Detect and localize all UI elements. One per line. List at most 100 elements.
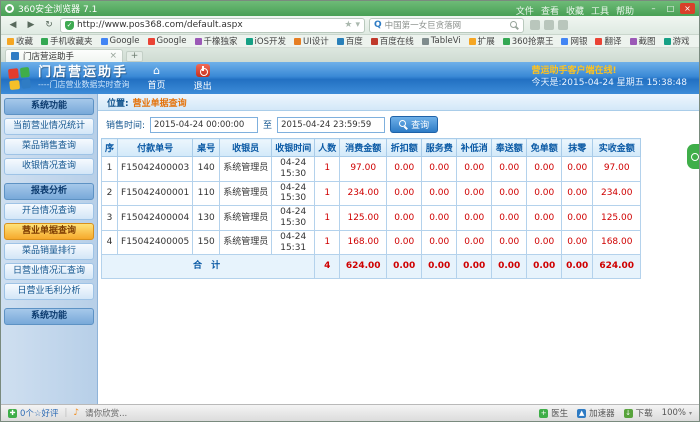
table-cell: 2 bbox=[102, 181, 118, 206]
sidebar-item[interactable]: 营业单据查询 bbox=[4, 223, 94, 240]
bookmark-icon bbox=[630, 38, 637, 45]
bookmark-item[interactable]: UI设计 bbox=[294, 35, 329, 47]
bookmark-item[interactable]: 翻译 bbox=[595, 35, 621, 47]
sidebar-item[interactable]: 菜品销售查询 bbox=[4, 138, 94, 155]
sidebar-section-header[interactable]: 系统功能 bbox=[4, 308, 94, 325]
table-cell: 0.00 bbox=[457, 230, 492, 255]
bookmark-icon bbox=[337, 38, 344, 45]
search-magnifier-icon[interactable] bbox=[510, 21, 519, 30]
url-box: ✓ ★ ▾ bbox=[60, 18, 365, 33]
search-input[interactable] bbox=[385, 20, 507, 30]
table-cell: 110 bbox=[193, 181, 220, 206]
app-header: 门店营运助手 ----门店营业数据实时查询 ⌂ 首页 退出 营运助手客户端在线!… bbox=[1, 62, 699, 94]
breadcrumb-value: 营业单据查询 bbox=[133, 96, 187, 109]
filter-label: 销售时间: bbox=[106, 118, 145, 131]
bookmark-item[interactable]: Google bbox=[148, 35, 187, 47]
total-cell: 0.00 bbox=[457, 255, 492, 279]
close-button[interactable]: × bbox=[680, 3, 695, 14]
exit-button[interactable]: 退出 bbox=[194, 64, 212, 92]
tab-bar: 门店营运助手 × + bbox=[1, 48, 699, 62]
status-tool-zoom[interactable]: 100%▾ bbox=[662, 408, 692, 418]
zoom-caret-icon[interactable]: ▾ bbox=[689, 410, 692, 417]
query-button[interactable]: 查询 bbox=[390, 116, 438, 133]
bookmark-item[interactable]: 截图 bbox=[630, 35, 656, 47]
table-cell: 97.00 bbox=[593, 157, 641, 182]
sidebar-item[interactable]: 日营业情况汇查询 bbox=[4, 263, 94, 280]
minimize-button[interactable]: – bbox=[646, 3, 661, 14]
url-input[interactable] bbox=[77, 20, 341, 30]
refresh-button[interactable]: ↻ bbox=[42, 19, 56, 32]
date-from-input[interactable] bbox=[150, 117, 258, 133]
sidebar-item[interactable]: 开台情况查询 bbox=[4, 203, 94, 220]
column-header: 服务费 bbox=[422, 139, 457, 157]
sidebar-section-header[interactable]: 系统功能 bbox=[4, 98, 94, 115]
total-cell: 624.00 bbox=[593, 255, 641, 279]
bookmark-icon bbox=[664, 38, 671, 45]
table-row[interactable]: 2F15042400001110系统管理员04-2415:301234.000.… bbox=[102, 181, 641, 206]
column-header: 付款单号 bbox=[118, 139, 193, 157]
table-cell: 0.00 bbox=[562, 230, 593, 255]
bookmark-icon bbox=[294, 38, 301, 45]
tab-favicon bbox=[11, 52, 19, 60]
bookmark-item[interactable]: 游戏 bbox=[664, 35, 690, 47]
table-cell: 4 bbox=[102, 230, 118, 255]
home-button[interactable]: ⌂ 首页 bbox=[148, 65, 166, 91]
column-header: 序 bbox=[102, 139, 118, 157]
column-header: 收银时间 bbox=[272, 139, 315, 157]
bookmark-item[interactable]: 手机收藏夹 bbox=[41, 35, 93, 47]
music-link[interactable]: 请你欣赏... bbox=[85, 407, 127, 419]
new-tab-button[interactable]: + bbox=[126, 51, 143, 62]
date-to-input[interactable] bbox=[277, 117, 385, 133]
results-table: 序付款单号桌号收银员收银时间人数消费金额折扣额服务费补低消奉送额免单额抹零实收金… bbox=[101, 138, 641, 279]
bookmark-item[interactable]: Google bbox=[101, 35, 140, 47]
status-tool-download[interactable]: ↓下载 bbox=[624, 407, 653, 419]
sidebar-item[interactable]: 当前营业情况统计 bbox=[4, 118, 94, 135]
tool-icon-2[interactable] bbox=[544, 20, 554, 30]
bookmark-icon bbox=[469, 38, 476, 45]
sidebar-item[interactable]: 菜品销量排行 bbox=[4, 243, 94, 260]
bookmark-item[interactable]: iOS开发 bbox=[246, 35, 286, 47]
addressbar-tools bbox=[530, 20, 568, 30]
maximize-button[interactable]: □ bbox=[663, 3, 678, 14]
table-cell: 0.00 bbox=[562, 206, 593, 231]
tool-icon-3[interactable] bbox=[558, 20, 568, 30]
bookmark-item[interactable]: 千橡独家 bbox=[195, 35, 238, 47]
home-icon: ⌂ bbox=[153, 65, 160, 76]
table-cell: 140 bbox=[193, 157, 220, 182]
bookmark-item[interactable]: 收藏 bbox=[7, 35, 33, 47]
column-header: 桌号 bbox=[193, 139, 220, 157]
tab-close-icon[interactable]: × bbox=[109, 51, 117, 61]
back-button[interactable]: ◀ bbox=[6, 19, 20, 32]
floating-service-widget[interactable] bbox=[687, 144, 699, 169]
forward-button[interactable]: ▶ bbox=[24, 19, 38, 32]
table-cell: 0.00 bbox=[457, 206, 492, 231]
url-dropdown-icon[interactable]: ▾ bbox=[355, 20, 360, 30]
bookmark-item[interactable]: 百度在线 bbox=[371, 35, 414, 47]
column-header: 人数 bbox=[315, 139, 340, 157]
bookmark-icon bbox=[148, 38, 155, 45]
bookmark-icon bbox=[246, 38, 253, 45]
status-tool-doctor[interactable]: +医生 bbox=[539, 407, 568, 419]
browser-tab[interactable]: 门店营运助手 × bbox=[5, 49, 123, 62]
tool-icon-1[interactable] bbox=[530, 20, 540, 30]
sidebar-section-header[interactable]: 报表分析 bbox=[4, 183, 94, 200]
bookmark-item[interactable]: 360抢票王 bbox=[503, 35, 554, 47]
total-cell: 4 bbox=[315, 255, 340, 279]
bookmark-item[interactable]: 扩展 bbox=[469, 35, 495, 47]
table-cell: 0.00 bbox=[492, 206, 527, 231]
table-cell: F15042400004 bbox=[118, 206, 193, 231]
bookmark-item[interactable]: TableVi bbox=[422, 35, 461, 47]
table-row[interactable]: 3F15042400004130系统管理员04-2415:301125.000.… bbox=[102, 206, 641, 231]
rating-link[interactable]: ✚ 0个☆好评 bbox=[8, 407, 59, 419]
bookmark-icon bbox=[101, 38, 108, 45]
bookmark-item[interactable]: 网银 bbox=[561, 35, 587, 47]
table-row[interactable]: 4F15042400005150系统管理员04-2415:311168.000.… bbox=[102, 230, 641, 255]
sidebar-item[interactable]: 日营业毛利分析 bbox=[4, 283, 94, 300]
table-cell: 0.00 bbox=[387, 181, 422, 206]
favorite-star-icon[interactable]: ★ bbox=[344, 20, 352, 30]
sidebar-item[interactable]: 收银情况查询 bbox=[4, 158, 94, 175]
table-row[interactable]: 1F15042400003140系统管理员04-2415:30197.000.0… bbox=[102, 157, 641, 182]
table-cell: 系统管理员 bbox=[220, 206, 272, 231]
status-tool-accelerator[interactable]: ▲加速器 bbox=[577, 407, 615, 419]
bookmark-item[interactable]: 百度 bbox=[337, 35, 363, 47]
